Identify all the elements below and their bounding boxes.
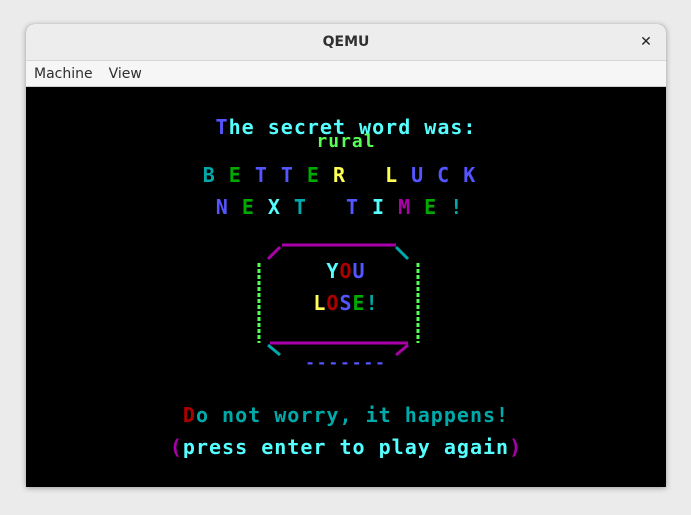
press-enter-text-char bbox=[366, 435, 379, 459]
lose-text-char: L bbox=[313, 291, 327, 315]
next-time-char: T bbox=[293, 195, 320, 219]
next-time-char: M bbox=[398, 195, 425, 219]
worry-text-char: r bbox=[313, 403, 327, 427]
press-enter-text-char: e bbox=[209, 435, 223, 459]
secret-word: rural bbox=[316, 131, 376, 152]
press-enter-text-char: p bbox=[182, 435, 196, 459]
worry-text-char: s bbox=[482, 403, 497, 427]
menu-machine[interactable]: Machine bbox=[26, 66, 101, 82]
press-enter-text-char bbox=[248, 435, 261, 459]
press-enter-text: (press enter to play again) bbox=[26, 435, 666, 459]
next-time-char: E bbox=[241, 195, 268, 219]
press-enter-text-char: s bbox=[235, 435, 249, 459]
press-enter-text-char: g bbox=[456, 435, 470, 459]
press-enter-text-char: e bbox=[261, 435, 275, 459]
vm-display[interactable]: The secret word was: rural BETTER LUCK N… bbox=[26, 87, 666, 487]
press-enter-text-char bbox=[326, 435, 339, 459]
worry-text-char: , bbox=[339, 403, 353, 427]
worry-text-char: a bbox=[417, 403, 431, 427]
press-enter-text-char: l bbox=[391, 435, 405, 459]
press-enter-text-char bbox=[431, 435, 444, 459]
window-title: QEMU bbox=[322, 34, 370, 50]
worry-text-char: o bbox=[287, 403, 301, 427]
press-enter-text-char: a bbox=[443, 435, 457, 459]
press-enter-text-char: t bbox=[287, 435, 301, 459]
better-luck-char: C bbox=[437, 163, 464, 187]
menu-view[interactable]: View bbox=[101, 66, 150, 82]
lose-text: LOSE! bbox=[26, 291, 666, 315]
worry-text-char bbox=[353, 403, 366, 427]
menu-bar: Machine View bbox=[26, 61, 666, 87]
better-luck-char: U bbox=[411, 163, 438, 187]
better-luck-char: T bbox=[254, 163, 281, 187]
press-enter-text-char: n bbox=[496, 435, 510, 459]
next-time-char: E bbox=[424, 195, 451, 219]
you-text-char: O bbox=[339, 259, 353, 283]
press-enter-text-char: y bbox=[417, 435, 431, 459]
press-enter-text-char: n bbox=[274, 435, 288, 459]
press-enter-text-char: r bbox=[313, 435, 327, 459]
worry-text-char: ! bbox=[496, 403, 510, 427]
you-text-char: Y bbox=[326, 259, 340, 283]
frame-top-left bbox=[266, 245, 282, 261]
next-time-char: I bbox=[372, 195, 399, 219]
press-enter-text-char: s bbox=[222, 435, 236, 459]
better-luck-char: B bbox=[202, 163, 229, 187]
better-luck-char: E bbox=[228, 163, 255, 187]
press-enter-text-char: t bbox=[339, 435, 353, 459]
worry-text-char: h bbox=[404, 403, 418, 427]
worry-text-char: y bbox=[326, 403, 340, 427]
worry-text-char: i bbox=[365, 403, 379, 427]
worry-text-char: o bbox=[235, 403, 249, 427]
lose-text-char: E bbox=[352, 291, 366, 315]
better-luck-char: R bbox=[332, 163, 360, 187]
press-enter-text-char: i bbox=[482, 435, 497, 459]
better-luck-char: E bbox=[306, 163, 333, 187]
you-text: YOU bbox=[26, 259, 666, 283]
press-enter-text-char: p bbox=[378, 435, 392, 459]
press-enter-text-char: a bbox=[404, 435, 418, 459]
worry-text-char: o bbox=[195, 403, 209, 427]
worry-text-char: n bbox=[222, 403, 236, 427]
word-blanks: ------- bbox=[305, 353, 387, 372]
next-time-char bbox=[320, 195, 346, 219]
next-time-char: ! bbox=[450, 195, 477, 219]
lose-text-char: O bbox=[326, 291, 340, 315]
next-time-char: N bbox=[215, 195, 242, 219]
worry-text-char bbox=[209, 403, 222, 427]
frame-top-right bbox=[394, 245, 410, 261]
better-luck-char: L bbox=[385, 163, 412, 187]
qemu-window: QEMU ✕ Machine View The secret word was:… bbox=[26, 24, 666, 487]
press-enter-text-char: ) bbox=[509, 435, 523, 459]
worry-text-char bbox=[261, 403, 274, 427]
lose-text-char: ! bbox=[365, 291, 379, 315]
worry-text-char: t bbox=[378, 403, 392, 427]
next-time-char: T bbox=[346, 195, 373, 219]
press-enter-text-char: a bbox=[469, 435, 483, 459]
press-enter-text-char: e bbox=[300, 435, 314, 459]
better-luck: BETTER LUCK bbox=[26, 163, 666, 187]
press-enter-text-char: o bbox=[352, 435, 366, 459]
worry-text-char: e bbox=[456, 403, 470, 427]
better-luck-char bbox=[359, 163, 385, 187]
worry-text-char: w bbox=[274, 403, 288, 427]
worry-text-char: D bbox=[182, 403, 196, 427]
worry-text: Do not worry, it happens! bbox=[26, 403, 666, 427]
worry-text-char: p bbox=[430, 403, 444, 427]
worry-text-char bbox=[392, 403, 405, 427]
press-enter-text-char: r bbox=[195, 435, 209, 459]
worry-text-char: t bbox=[248, 403, 262, 427]
better-luck-char: K bbox=[463, 163, 490, 187]
worry-text-char: r bbox=[300, 403, 314, 427]
worry-text-char: p bbox=[443, 403, 457, 427]
lose-text-char: S bbox=[339, 291, 353, 315]
better-luck-char: T bbox=[280, 163, 307, 187]
you-text-char: U bbox=[352, 259, 366, 283]
worry-text-char: n bbox=[469, 403, 483, 427]
press-enter-text-char: ( bbox=[169, 435, 183, 459]
title-bar[interactable]: QEMU ✕ bbox=[26, 24, 666, 61]
next-time-char: X bbox=[267, 195, 294, 219]
close-icon[interactable]: ✕ bbox=[636, 32, 656, 52]
next-time: NEXT TIME! bbox=[26, 195, 666, 219]
